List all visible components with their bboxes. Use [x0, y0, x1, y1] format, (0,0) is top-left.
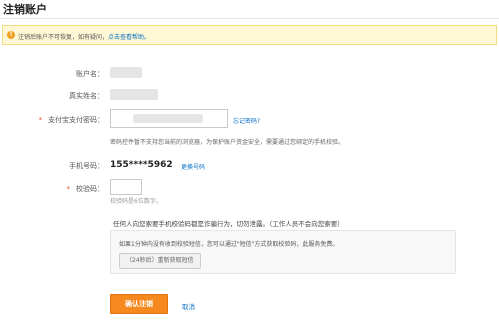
cancel-link[interactable]: 取消 [182, 301, 195, 311]
password-label: * 支付宝支付密码： [38, 116, 105, 124]
forgot-password-link[interactable]: 忘记密码? [233, 116, 260, 125]
sms-info-text: 如果1分钟内没有收到校验短信，您可以通过"短信"方式获取校验码，此服务免费。 [119, 241, 339, 248]
code-hint: 校验码是6位数字。 [110, 198, 162, 205]
account-label: 账户名： [76, 70, 104, 78]
password-field[interactable] [110, 109, 228, 128]
info-icon: ! [7, 31, 15, 39]
notice-message: 注销后账户不可恢复，如有疑问， [18, 34, 109, 41]
change-phone-link[interactable]: 更换号码 [181, 162, 205, 171]
realname-value-blurred [110, 89, 158, 100]
password-note: 密码控件暂不支持您当前的浏览器，为保护账户资金安全，需要通过您绑定的手机校验。 [110, 139, 345, 146]
phone-number: 155****5962 [110, 160, 173, 170]
sms-info-box: 如果1分钟内没有收到校验短信，您可以通过"短信"方式获取校验码，此服务免费。 （… [110, 230, 456, 274]
account-value-blurred [110, 67, 142, 78]
notice-text: 注销后账户不可恢复，如有疑问，点击查看帮助。 [18, 32, 150, 41]
security-warning: 任何人向您索要手机校验码都是诈骗行为，切勿泄露。（工作人员不会向您索要） [113, 220, 344, 228]
title-divider [0, 18, 499, 19]
notice-bar: ! 注销后账户不可恢复，如有疑问，点击查看帮助。 [2, 25, 497, 45]
help-link[interactable]: 点击查看帮助。 [108, 34, 150, 41]
confirm-cancel-account-button[interactable]: 确认注销 [110, 294, 168, 314]
realname-label: 真实姓名： [69, 92, 104, 100]
required-star: * [38, 116, 43, 124]
page-title: 注销账户 [3, 3, 47, 16]
code-label: * 校验码： [66, 185, 105, 193]
verification-code-input[interactable] [110, 179, 142, 195]
password-masked [133, 114, 203, 123]
resend-sms-button[interactable]: （24秒后）重新获取短信 [119, 253, 201, 269]
phone-label: 手机号码： [69, 162, 104, 170]
required-star: * [66, 185, 71, 193]
